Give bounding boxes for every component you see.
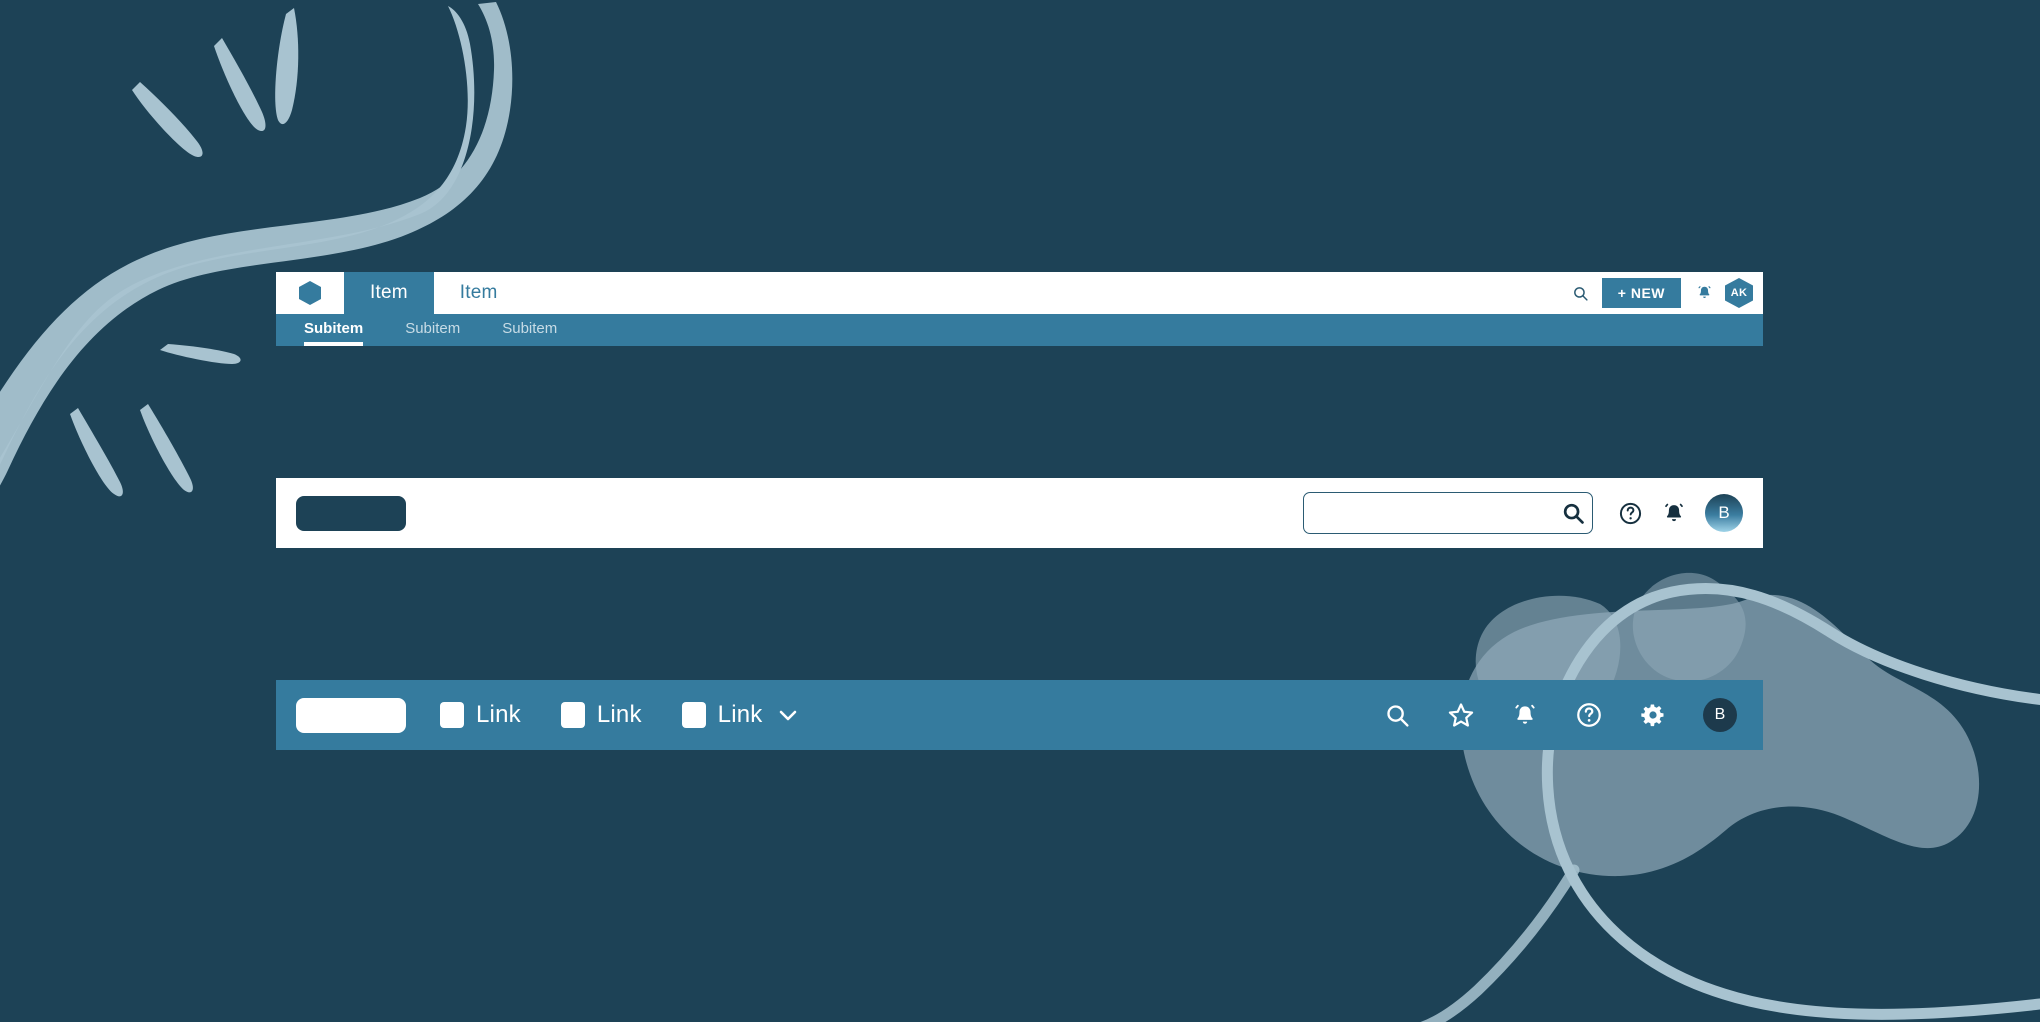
new-button[interactable]: + NEW <box>1601 278 1681 308</box>
bell-icon[interactable] <box>1511 701 1539 729</box>
help-icon[interactable] <box>1617 500 1643 526</box>
search-field[interactable] <box>1303 492 1593 534</box>
top-nav-logo[interactable] <box>276 272 344 314</box>
search-icon[interactable] <box>1554 501 1592 526</box>
bottom-toolbar-icons: B <box>1383 698 1763 732</box>
gear-icon[interactable] <box>1639 701 1667 729</box>
star-icon[interactable] <box>1447 701 1475 729</box>
sub-nav-item-1[interactable]: Subitem <box>304 320 364 346</box>
square-icon <box>440 702 464 728</box>
sub-nav-item-2[interactable]: Subitem <box>405 320 460 346</box>
toolbar-link-1[interactable]: Link <box>440 701 521 729</box>
brush-stroke-topleft <box>0 2 513 486</box>
avatar[interactable]: B <box>1703 698 1737 732</box>
middle-bar-icons: B <box>1593 494 1763 532</box>
toolbar-link-3-label: Link <box>717 701 763 728</box>
top-nav-spacer <box>523 272 1564 314</box>
avatar[interactable]: AK <box>1725 278 1753 308</box>
avatar-initials: B <box>1714 706 1726 723</box>
avatar-initials: B <box>1718 503 1730 522</box>
decor-curve-line <box>1420 582 2040 1022</box>
top-nav-tab-2[interactable]: Item <box>433 272 524 314</box>
sub-nav-item-2-label: Subitem <box>405 320 461 337</box>
top-nav-actions: + NEW AK <box>1563 272 1763 314</box>
brand-logo-placeholder[interactable] <box>296 495 406 531</box>
hexagon-icon <box>299 281 321 305</box>
sub-nav-item-1-label: Subitem <box>304 320 364 337</box>
top-nav-primary-row: Item Item + NEW AK <box>276 272 1763 314</box>
bell-icon[interactable] <box>1689 278 1719 308</box>
avatar-initials: AK <box>1730 287 1748 299</box>
chevron-down-icon[interactable] <box>776 703 800 727</box>
square-icon <box>560 702 585 728</box>
sub-nav-item-3-label: Subitem <box>502 320 558 337</box>
decor-dashes <box>70 8 299 497</box>
toolbar-link-2-label: Link <box>596 701 642 728</box>
top-nav-tab-1[interactable]: Item <box>344 272 434 314</box>
help-icon[interactable] <box>1575 701 1603 729</box>
brand-logo-placeholder[interactable] <box>296 697 406 733</box>
sub-nav-item-3[interactable]: Subitem <box>502 320 557 346</box>
top-nav-tab-1-label: Item <box>370 282 408 303</box>
bell-icon[interactable] <box>1661 500 1687 526</box>
avatar[interactable]: B <box>1705 494 1743 532</box>
top-navigation-bar: Item Item + NEW AK Subitem Subitem Subit… <box>276 272 1763 346</box>
toolbar-link-3[interactable]: Link <box>681 701 801 729</box>
bottom-toolbar-links: Link Link Link <box>440 701 800 729</box>
square-icon <box>681 702 706 728</box>
search-icon[interactable] <box>1564 276 1598 310</box>
toolbar-link-2[interactable]: Link <box>560 701 642 729</box>
top-nav-subitem-row: Subitem Subitem Subitem <box>276 314 1763 346</box>
middle-header-bar: B <box>276 478 1763 548</box>
search-input[interactable] <box>1304 504 1554 522</box>
search-icon[interactable] <box>1383 701 1411 729</box>
bottom-toolbar: Link Link Link B <box>276 680 1763 750</box>
top-nav-tab-2-label: Item <box>459 282 498 303</box>
toolbar-link-1-label: Link <box>476 701 521 728</box>
